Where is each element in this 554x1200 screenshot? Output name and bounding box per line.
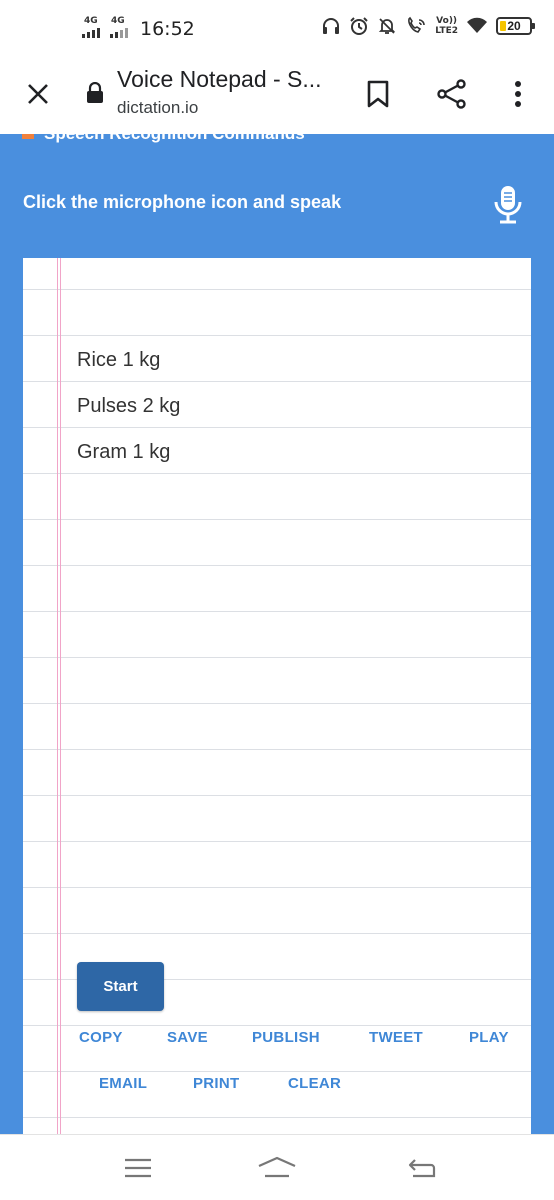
battery-icon: 20 (496, 17, 535, 35)
sim1-signal-icon (82, 28, 100, 38)
print-button[interactable]: PRINT (193, 1075, 240, 1092)
play-button[interactable]: PLAY (469, 1029, 509, 1046)
battery-level: 20 (507, 19, 521, 33)
note-text[interactable]: Rice 1 kg Pulses 2 kg Gram 1 kg (77, 341, 180, 479)
copy-button[interactable]: COPY (79, 1029, 123, 1046)
instruction-text: Click the microphone icon and speak (23, 192, 342, 212)
system-navigation-bar (0, 1134, 554, 1200)
bookmark-button[interactable] (358, 74, 398, 114)
back-nav-button[interactable] (400, 1151, 444, 1185)
commands-icon (22, 134, 34, 139)
lock-icon (87, 82, 103, 103)
mute-bell-icon (379, 18, 396, 34)
wifi-calling-icon (408, 16, 426, 33)
bookmark-icon (367, 80, 389, 108)
web-page: Speech Recognition Commands Click the mi… (0, 134, 554, 1134)
alarm-icon (350, 17, 368, 35)
sim2-network-label: 4G (111, 16, 125, 26)
sim2-signal-icon (110, 28, 128, 38)
back-icon (408, 1159, 436, 1178)
page-url[interactable]: dictation.io (117, 98, 198, 118)
more-options-icon (515, 81, 521, 107)
menu-nav-button[interactable] (116, 1151, 160, 1185)
speech-commands-label: Speech Recognition Commands (44, 134, 305, 143)
note-line: Rice 1 kg (77, 349, 161, 371)
browser-toolbar: Voice Notepad - S... dictation.io (0, 60, 554, 134)
microphone-icon (494, 186, 522, 224)
microphone-button[interactable] (490, 184, 526, 226)
sim1-network-label: 4G (84, 16, 98, 26)
tweet-button[interactable]: TWEET (369, 1029, 423, 1046)
volte-label: Vo)) (436, 16, 458, 26)
volte-indicator: Vo)) LTE2 (435, 16, 458, 36)
share-icon (437, 79, 466, 109)
page-title[interactable]: Voice Notepad - S... (117, 66, 322, 93)
start-button[interactable]: Start (77, 962, 164, 1011)
clock-time: 16:52 (140, 18, 195, 40)
email-button[interactable]: EMAIL (99, 1075, 147, 1092)
menu-icon (125, 1158, 151, 1178)
save-button[interactable]: SAVE (167, 1029, 208, 1046)
share-button[interactable] (432, 74, 472, 114)
margin-line (57, 258, 61, 1134)
close-icon (28, 84, 48, 104)
speech-commands-link[interactable]: Speech Recognition Commands (22, 134, 305, 144)
status-icons: Vo)) LTE2 20 (321, 16, 535, 36)
more-options-button[interactable] (498, 74, 538, 114)
note-line: Gram 1 kg (77, 441, 171, 463)
note-line: Pulses 2 kg (77, 395, 181, 417)
publish-button[interactable]: PUBLISH (252, 1029, 320, 1046)
status-bar: 4G 4G 16:52 Vo)) LTE2 20 (0, 0, 554, 60)
notepad-paper[interactable]: Rice 1 kg Pulses 2 kg Gram 1 kg Start CO… (23, 258, 531, 1134)
wifi-icon (467, 17, 487, 33)
close-button[interactable] (18, 74, 58, 114)
home-nav-button[interactable] (255, 1151, 299, 1185)
home-icon (258, 1156, 296, 1178)
headphones-icon (323, 18, 340, 34)
lte-label: LTE2 (435, 26, 458, 36)
clear-button[interactable]: CLEAR (288, 1075, 341, 1092)
